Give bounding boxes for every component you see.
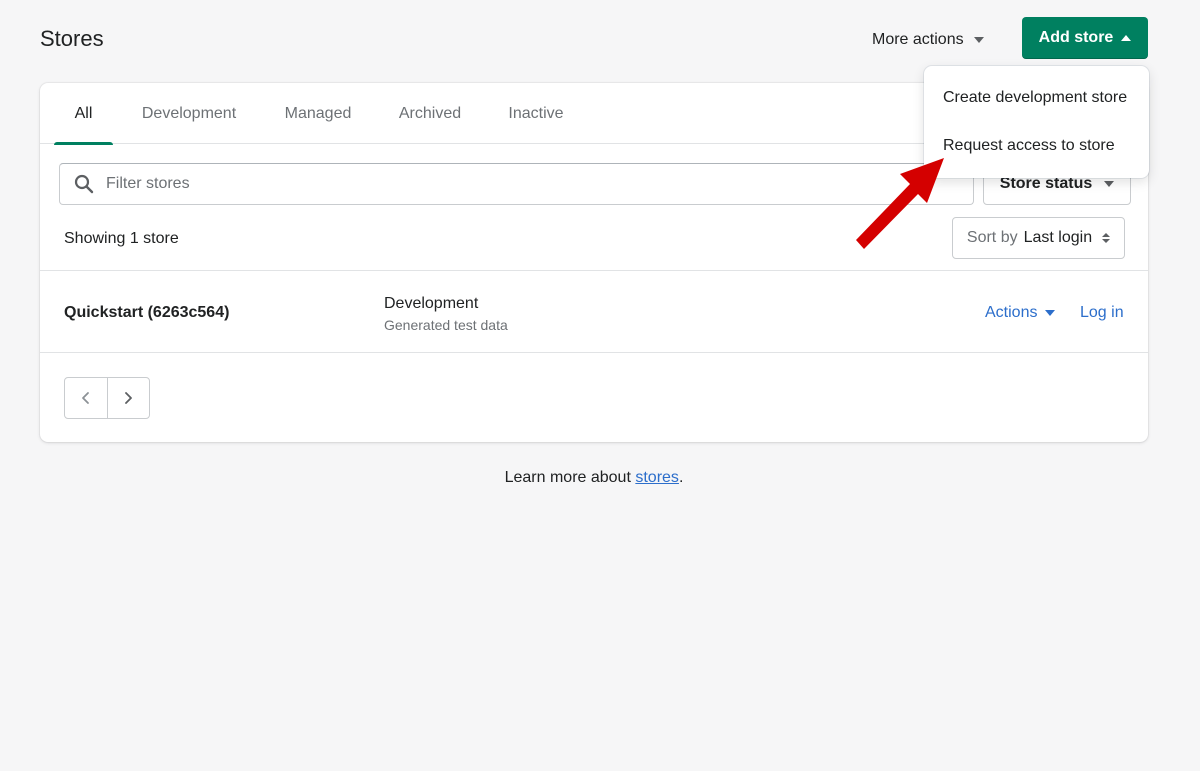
- add-store-label: Add store: [1038, 29, 1114, 46]
- create-development-store-item[interactable]: Create development store: [924, 74, 1149, 122]
- add-store-dropdown: Create development store Request access …: [924, 66, 1149, 178]
- store-type: Development: [384, 295, 479, 312]
- more-actions-label: More actions: [872, 31, 964, 48]
- table-row: Quickstart (6263c564) Development Genera…: [40, 270, 1148, 353]
- footer-suffix: .: [678, 469, 684, 486]
- caret-up-icon: [1121, 35, 1132, 41]
- search-icon: [74, 174, 94, 194]
- log-in-link[interactable]: Log in: [1080, 304, 1124, 322]
- store-subtitle: Generated test data: [384, 317, 508, 333]
- tab-all[interactable]: All: [54, 83, 113, 145]
- stores-help-link[interactable]: stores: [635, 469, 679, 486]
- sort-select[interactable]: Sort by Last login: [952, 217, 1125, 259]
- previous-page-button[interactable]: [65, 378, 107, 418]
- add-store-button[interactable]: Add store: [1022, 17, 1148, 59]
- footer-text: Learn more about: [504, 469, 631, 486]
- showing-count: Showing 1 store: [64, 230, 179, 247]
- more-actions-button[interactable]: More actions: [862, 22, 994, 58]
- store-actions-button[interactable]: Actions: [985, 304, 1056, 322]
- tab-managed[interactable]: Managed: [272, 83, 364, 144]
- store-actions-label: Actions: [985, 304, 1038, 321]
- chevron-right-icon: [125, 392, 133, 404]
- footer-help: Learn more about stores.: [0, 469, 1188, 487]
- caret-down-icon: [1104, 181, 1115, 187]
- filter-stores-field[interactable]: [59, 163, 974, 205]
- filter-stores-input[interactable]: [106, 175, 906, 193]
- sort-arrows-icon: [1102, 233, 1111, 243]
- tab-archived[interactable]: Archived: [388, 83, 472, 144]
- pagination: [64, 377, 150, 419]
- caret-down-icon: [973, 37, 984, 43]
- page-title: Stores: [40, 26, 104, 51]
- annotation-arrow-icon: [856, 158, 944, 249]
- chevron-left-icon: [82, 392, 89, 404]
- tab-inactive[interactable]: Inactive: [496, 83, 576, 144]
- sort-prefix: Sort by: [966, 229, 1018, 246]
- store-name: Quickstart (6263c564): [64, 304, 230, 321]
- tab-development[interactable]: Development: [130, 83, 248, 144]
- next-page-button[interactable]: [106, 378, 149, 418]
- request-access-store-item[interactable]: Request access to store: [924, 122, 1149, 170]
- caret-down-icon: [1045, 310, 1056, 316]
- sort-value: Last login: [1023, 229, 1093, 246]
